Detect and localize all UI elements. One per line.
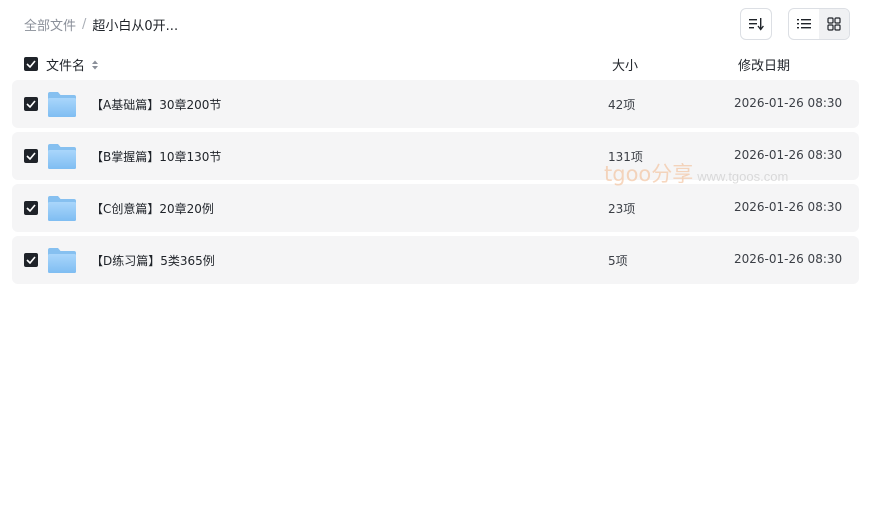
top-bar: 全部文件 / 超小白从0开... xyxy=(0,0,874,48)
file-size: 5项 xyxy=(608,254,628,268)
column-header-name[interactable]: 文件名 xyxy=(46,55,99,74)
file-row[interactable]: 【A基础篇】30章200节 42项 2026-01-26 08:30 xyxy=(12,80,859,128)
sort-list-icon xyxy=(749,18,764,31)
column-header-size[interactable]: 大小 xyxy=(612,55,638,74)
checkmark-icon xyxy=(26,256,36,264)
column-header-date[interactable]: 修改日期 xyxy=(738,55,790,74)
select-all-checkbox[interactable] xyxy=(24,57,38,71)
folder-icon xyxy=(48,248,76,273)
breadcrumb-separator: / xyxy=(82,16,87,32)
file-name[interactable]: 【B掌握篇】10章130节 xyxy=(91,148,221,165)
file-name[interactable]: 【C创意篇】20章20例 xyxy=(91,200,214,217)
list-view-button[interactable] xyxy=(789,9,819,39)
checkmark-icon xyxy=(26,60,36,68)
file-name[interactable]: 【A基础篇】30章200节 xyxy=(91,96,221,113)
row-checkbox[interactable] xyxy=(24,201,38,215)
file-date: 2026-01-26 08:30 xyxy=(734,148,843,162)
row-checkbox[interactable] xyxy=(24,149,38,163)
file-date: 2026-01-26 08:30 xyxy=(734,200,843,214)
file-row[interactable]: 【B掌握篇】10章130节 131项 2026-01-26 08:30 xyxy=(12,132,859,180)
checkmark-icon xyxy=(26,204,36,212)
file-name[interactable]: 【D练习篇】5类365例 xyxy=(91,252,215,269)
row-checkbox[interactable] xyxy=(24,253,38,267)
folder-icon xyxy=(48,92,76,117)
sort-toggle-icon xyxy=(92,60,99,70)
view-mode-toggle xyxy=(788,8,850,40)
checkmark-icon xyxy=(26,152,36,160)
file-size: 23项 xyxy=(608,202,636,216)
file-row[interactable]: 【D练习篇】5类365例 5项 2026-01-26 08:30 xyxy=(12,236,859,284)
column-header-name-label: 文件名 xyxy=(46,59,86,74)
folder-icon xyxy=(48,196,76,221)
grid-view-icon xyxy=(827,17,841,31)
file-date: 2026-01-26 08:30 xyxy=(734,96,843,110)
grid-view-button[interactable] xyxy=(819,9,849,39)
file-date: 2026-01-26 08:30 xyxy=(734,252,843,266)
file-size: 131项 xyxy=(608,150,643,164)
checkmark-icon xyxy=(26,100,36,108)
list-view-icon xyxy=(797,19,811,29)
breadcrumb-current: 超小白从0开... xyxy=(92,18,179,34)
breadcrumb: 全部文件 / 超小白从0开... xyxy=(24,14,178,34)
row-checkbox[interactable] xyxy=(24,97,38,111)
folder-icon xyxy=(48,144,76,169)
breadcrumb-root-link[interactable]: 全部文件 xyxy=(24,15,76,34)
sort-button[interactable] xyxy=(740,8,772,40)
file-row[interactable]: 【C创意篇】20章20例 23项 2026-01-26 08:30 xyxy=(12,184,859,232)
file-size: 42项 xyxy=(608,98,636,112)
file-list-header: 文件名 大小 修改日期 xyxy=(12,52,859,76)
